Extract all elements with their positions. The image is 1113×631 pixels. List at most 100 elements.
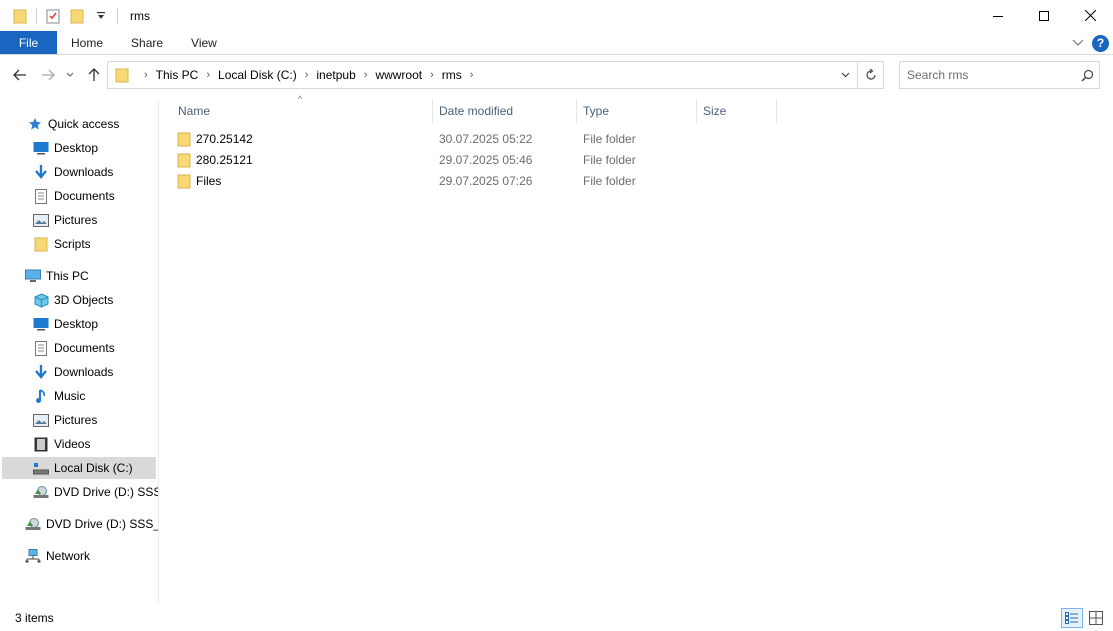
sidebar-item-desktop[interactable]: Desktop (33, 313, 98, 335)
sidebar-item-documents[interactable]: Documents (33, 337, 115, 359)
new-folder-icon[interactable] (67, 6, 87, 26)
sidebar-item-label: 3D Objects (54, 293, 114, 307)
column-header-date[interactable]: Date modified (439, 99, 577, 123)
file-list: ^ Name Date modified Type Size 270.25142… (160, 94, 1113, 605)
drive-icon (33, 460, 49, 476)
status-bar: 3 items (0, 605, 1113, 631)
sidebar-item-label: Network (46, 549, 91, 563)
refresh-icon (865, 69, 876, 80)
music-icon (33, 388, 49, 404)
close-button[interactable] (1067, 0, 1113, 31)
breadcrumb-rms[interactable]: rms (442, 68, 462, 82)
download-icon (33, 164, 49, 180)
table-row[interactable]: Files 29.07.2025 07:26 File folder (177, 170, 777, 191)
chevron-right-icon[interactable]: › (430, 69, 434, 81)
properties-icon[interactable] (43, 6, 63, 26)
sidebar-item-scripts[interactable]: Scripts (33, 233, 91, 255)
sidebar-item-label: Pictures (54, 213, 98, 227)
video-icon (33, 436, 49, 452)
pictures-icon (33, 212, 49, 228)
file-type: File folder (583, 131, 636, 146)
file-name: 280.25121 (196, 152, 253, 167)
arrow-left-icon (13, 69, 26, 81)
column-divider[interactable] (432, 99, 433, 123)
help-button[interactable]: ? (1092, 34, 1109, 52)
arrow-up-icon (88, 68, 100, 81)
table-row[interactable]: 280.25121 29.07.2025 05:46 File folder (177, 149, 777, 170)
expand-ribbon-button[interactable] (1072, 36, 1084, 50)
table-row[interactable]: 270.25142 30.07.2025 05:22 File folder (177, 128, 777, 149)
chevron-right-icon[interactable]: › (364, 69, 368, 81)
sidebar-item-music[interactable]: Music (33, 385, 85, 407)
sidebar-item-quick-access[interactable]: Quick access (27, 113, 119, 135)
file-type: File folder (583, 173, 636, 188)
tab-home[interactable]: Home (57, 31, 117, 54)
file-name: Files (196, 173, 222, 188)
sidebar-item-3d-objects[interactable]: 3D Objects (33, 289, 113, 311)
back-button[interactable] (9, 64, 31, 86)
desktop-icon (33, 140, 49, 156)
chevron-right-icon[interactable]: › (305, 69, 309, 81)
breadcrumb-wwwroot[interactable]: wwwroot (375, 68, 422, 82)
sidebar-item-downloads[interactable]: Downloads (33, 361, 113, 383)
minimize-button[interactable] (975, 0, 1021, 31)
sidebar-item-this-pc[interactable]: This PC (25, 265, 89, 287)
sidebar-item-desktop-pinned[interactable]: Desktop (33, 137, 158, 159)
details-view-icon (1065, 612, 1078, 624)
sidebar-item-dvd-drive-root[interactable]: DVD Drive (D:) SSS_X6 (25, 513, 158, 535)
sidebar-item-label: Local Disk (C:) (54, 461, 133, 475)
sidebar-item-label: This PC (46, 269, 89, 283)
cube-icon (33, 292, 49, 308)
search-box[interactable] (899, 61, 1100, 89)
breadcrumb-this-pc[interactable]: This PC (156, 68, 199, 82)
separator (117, 7, 118, 24)
tab-share[interactable]: Share (117, 31, 177, 54)
file-name-cell: Files (177, 170, 221, 191)
column-divider[interactable] (576, 99, 577, 123)
recent-locations-button[interactable] (62, 64, 78, 86)
column-divider[interactable] (696, 99, 697, 123)
column-header-size[interactable]: Size (703, 99, 776, 123)
sidebar-item-documents-pinned[interactable]: Documents (33, 185, 158, 207)
chevron-right-icon[interactable]: › (206, 69, 210, 81)
quick-access-toolbar: rms (0, 0, 150, 31)
sidebar-item-downloads-pinned[interactable]: Downloads (33, 161, 158, 183)
address-history-button[interactable] (833, 62, 857, 88)
sidebar-item-local-disk[interactable]: Local Disk (C:) (2, 457, 156, 479)
tab-view[interactable]: View (177, 31, 231, 54)
view-switcher (1061, 608, 1107, 628)
chevron-right-icon[interactable]: › (144, 69, 148, 81)
large-icons-view-button[interactable] (1085, 608, 1107, 628)
computer-icon (25, 268, 41, 284)
breadcrumb: › This PC › Local Disk (C:) › inetpub › … (136, 68, 833, 82)
sidebar-item-dvd-drive[interactable]: DVD Drive (D:) SSS_X (33, 481, 158, 503)
breadcrumb-local-disk[interactable]: Local Disk (C:) (218, 68, 297, 82)
search-icon[interactable] (1075, 69, 1099, 82)
breadcrumb-inetpub[interactable]: inetpub (316, 68, 355, 82)
sidebar-item-pictures[interactable]: Pictures (33, 409, 97, 431)
window-controls (975, 0, 1113, 31)
maximize-button[interactable] (1021, 0, 1067, 31)
tab-file[interactable]: File (0, 31, 57, 54)
forward-button[interactable] (37, 64, 59, 86)
column-divider[interactable] (776, 99, 777, 123)
sidebar-item-network[interactable]: Network (25, 545, 90, 567)
sidebar-item-videos[interactable]: Videos (33, 433, 90, 455)
star-icon (27, 116, 43, 132)
sidebar-item-label: DVD Drive (D:) SSS_X6 (46, 517, 158, 531)
address-bar[interactable]: › This PC › Local Disk (C:) › inetpub › … (107, 61, 884, 89)
details-view-button[interactable] (1061, 608, 1083, 628)
chevron-right-icon[interactable]: › (470, 69, 474, 81)
refresh-button[interactable] (857, 62, 883, 88)
dvd-icon (25, 516, 41, 532)
column-header-name[interactable]: Name (178, 99, 432, 123)
column-header-type[interactable]: Type (583, 99, 695, 123)
up-button[interactable] (83, 64, 105, 86)
search-input[interactable] (907, 68, 1075, 82)
sidebar-item-pictures-pinned[interactable]: Pictures (33, 209, 158, 231)
customize-qat-icon[interactable] (91, 6, 111, 26)
sidebar-item-label: DVD Drive (D:) SSS_X (54, 485, 158, 499)
close-icon (1084, 10, 1096, 21)
sidebar-item-label: Documents (54, 341, 115, 355)
chevron-down-icon (841, 72, 849, 78)
